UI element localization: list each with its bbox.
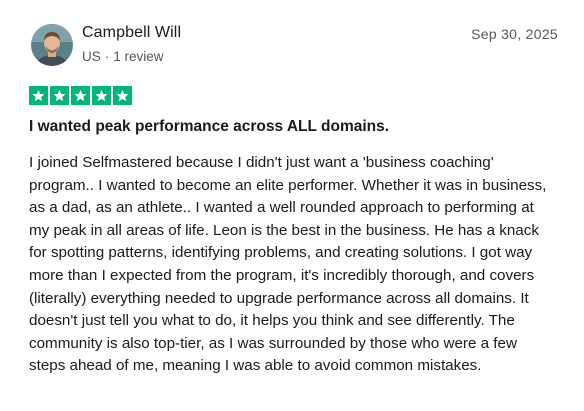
star-icon xyxy=(113,86,132,105)
avatar[interactable] xyxy=(31,24,73,66)
review-card: Campbell Will US · 1 review Sep 30, 2025 I… xyxy=(0,0,584,411)
reviewer-country: US xyxy=(82,49,101,64)
user-photo-avatar-icon xyxy=(31,24,73,66)
meta-separator: · xyxy=(104,49,110,64)
star-icon xyxy=(92,86,111,105)
star-icon xyxy=(50,86,69,105)
reviewer-review-count: 1 review xyxy=(113,49,164,64)
star-icon xyxy=(29,86,48,105)
reviewer-name[interactable]: Campbell Will xyxy=(82,24,181,42)
star-rating xyxy=(29,86,132,105)
review-date: Sep 30, 2025 xyxy=(471,26,558,42)
review-body: I joined Selfmastered because I didn't j… xyxy=(29,154,547,375)
star-icon xyxy=(71,86,90,105)
reviewer-meta: US · 1 review xyxy=(82,49,164,64)
review-title[interactable]: I wanted peak performance across ALL dom… xyxy=(29,118,389,136)
